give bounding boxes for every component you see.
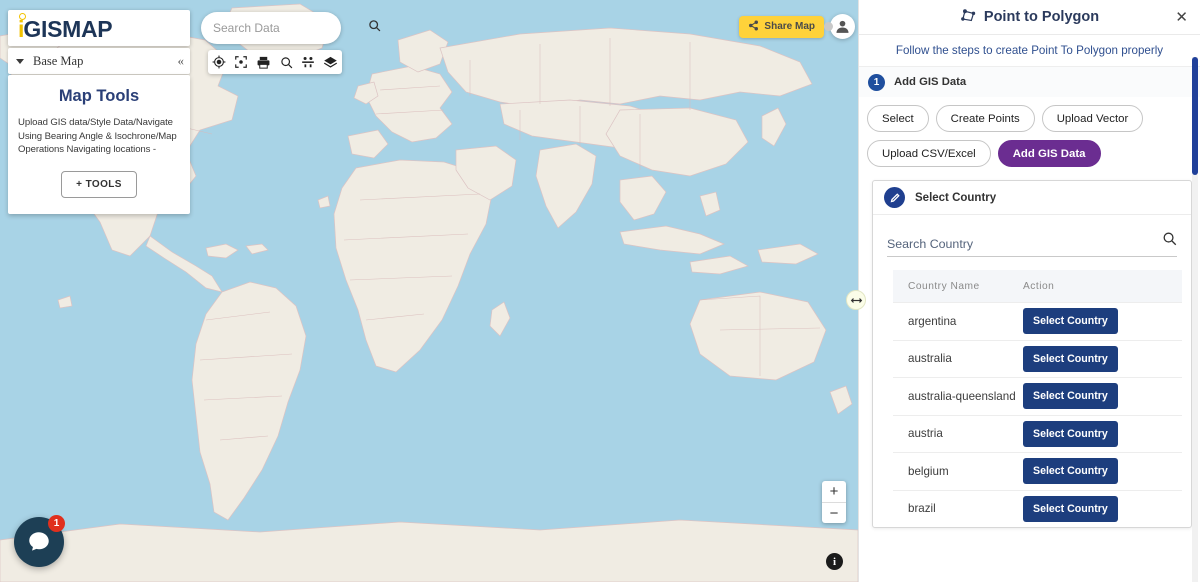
panel-title: Point to Polygon [960, 7, 1099, 28]
edit-pencil-icon [884, 187, 905, 208]
map-info-button[interactable]: i [826, 553, 843, 570]
app-logo[interactable]: iGISMAP [8, 10, 190, 46]
country-action-cell: Select Country [1023, 496, 1182, 522]
country-table: Country Name Action argentina Select Cou… [893, 270, 1182, 527]
chat-bubble-icon [26, 529, 52, 555]
search-data-container[interactable] [201, 12, 341, 44]
select-country-card: Select Country Country Name Action argen… [872, 180, 1192, 528]
caret-down-icon[interactable] [16, 59, 24, 64]
search-input[interactable] [213, 21, 368, 35]
select-country-button[interactable]: Select Country [1023, 383, 1118, 409]
map-zoom-controls: + − [822, 481, 846, 523]
panel-resize-handle[interactable] [846, 290, 866, 310]
step-1-row: 1 Add GIS Data [859, 67, 1200, 97]
country-table-header: Country Name Action [893, 270, 1182, 302]
fullscreen-icon[interactable] [232, 53, 251, 72]
upload-csv-excel-button[interactable]: Upload CSV/Excel [867, 140, 991, 167]
select-button[interactable]: Select [867, 105, 929, 132]
table-row[interactable]: belgium Select Country [893, 452, 1182, 490]
country-name-cell: australia [893, 352, 1023, 365]
measure-icon[interactable] [299, 53, 318, 72]
select-country-button[interactable]: Select Country [1023, 308, 1118, 334]
add-gis-data-button[interactable]: Add GIS Data [998, 140, 1101, 167]
country-name-cell: argentina [893, 315, 1023, 328]
table-row[interactable]: austria Select Country [893, 415, 1182, 453]
layers-icon[interactable] [321, 53, 340, 72]
table-row[interactable]: argentina Select Country [893, 302, 1182, 340]
table-row[interactable]: australia Select Country [893, 340, 1182, 378]
select-country-button[interactable]: Select Country [1023, 346, 1118, 372]
map-tools-description: Upload GIS data/Style Data/Navigate Usin… [18, 116, 180, 157]
logo-text: GISMAP [23, 18, 112, 41]
application-root: iGISMAP Base Map « Map Tools Upload GIS … [0, 0, 1200, 582]
panel-scrollbar-thumb[interactable] [1192, 57, 1198, 175]
panel-subtitle: Follow the steps to create Point To Poly… [859, 35, 1200, 67]
country-action-cell: Select Country [1023, 383, 1182, 409]
locate-icon[interactable] [210, 53, 229, 72]
country-name-cell: brazil [893, 502, 1023, 515]
map-search-group [201, 12, 342, 74]
country-action-cell: Select Country [1023, 458, 1182, 484]
zoom-in-button[interactable]: + [822, 481, 846, 502]
select-country-header-label: Select Country [915, 192, 996, 204]
search-country-container[interactable] [887, 231, 1177, 257]
chat-unread-badge: 1 [48, 515, 65, 532]
select-country-button[interactable]: Select Country [1023, 496, 1118, 522]
map-tools-card: Map Tools Upload GIS data/Style Data/Nav… [8, 75, 190, 214]
country-name-cell: australia-queensland [893, 390, 1023, 403]
panel-header: Point to Polygon ✕ [859, 0, 1200, 35]
country-action-cell: Select Country [1023, 346, 1182, 372]
country-name-cell: belgium [893, 465, 1023, 478]
share-icon [748, 20, 759, 34]
country-action-cell: Select Country [1023, 421, 1182, 447]
search-icon[interactable] [368, 19, 381, 37]
search-country-input[interactable] [887, 237, 1162, 251]
share-and-account-group: Share Map [739, 14, 855, 39]
column-header-action: Action [1023, 281, 1182, 292]
add-tools-button[interactable]: + TOOLS [61, 171, 137, 198]
user-avatar-icon[interactable] [830, 14, 855, 39]
horizontal-resize-icon [850, 294, 863, 307]
zoom-out-button[interactable]: − [822, 502, 846, 523]
basemap-label: Base Map [33, 54, 178, 69]
map-tools-title: Map Tools [18, 87, 180, 106]
panel-title-text: Point to Polygon [984, 9, 1099, 25]
select-country-button[interactable]: Select Country [1023, 458, 1118, 484]
step-number-badge: 1 [868, 74, 885, 91]
action-button-row-2: Upload CSV/Excel Add GIS Data [859, 132, 1200, 167]
point-to-polygon-panel: Point to Polygon ✕ Follow the steps to c… [858, 0, 1200, 582]
country-name-cell: austria [893, 427, 1023, 440]
close-icon[interactable]: ✕ [1175, 10, 1188, 25]
upload-vector-button[interactable]: Upload Vector [1042, 105, 1144, 132]
basemap-selector[interactable]: Base Map « [8, 48, 190, 74]
notification-dot-icon [824, 22, 833, 31]
print-icon[interactable] [254, 53, 273, 72]
step-label: Add GIS Data [894, 76, 966, 88]
share-map-label: Share Map [764, 21, 815, 32]
create-points-button[interactable]: Create Points [936, 105, 1035, 132]
country-action-cell: Select Country [1023, 308, 1182, 334]
select-country-card-header: Select Country [873, 181, 1191, 215]
table-row[interactable]: brazil Select Country [893, 490, 1182, 528]
left-control-panel: iGISMAP Base Map « Map Tools Upload GIS … [8, 10, 190, 214]
select-country-button[interactable]: Select Country [1023, 421, 1118, 447]
search-icon[interactable] [1162, 231, 1177, 251]
action-button-row-1: Select Create Points Upload Vector [859, 97, 1200, 132]
share-map-button[interactable]: Share Map [739, 16, 824, 38]
polygon-point-icon [960, 7, 977, 28]
map-toolbar [208, 50, 342, 74]
table-row[interactable]: australia-queensland Select Country [893, 377, 1182, 415]
search-zoom-icon[interactable] [277, 53, 296, 72]
column-header-country-name: Country Name [893, 281, 1023, 292]
collapse-panel-icon[interactable]: « [178, 53, 183, 69]
